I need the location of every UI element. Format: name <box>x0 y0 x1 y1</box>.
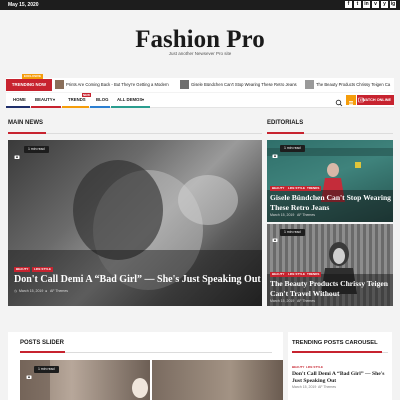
camera-icon <box>272 230 278 248</box>
category-badge[interactable]: LIFE STYLE <box>286 272 308 277</box>
post-date: March 15, 2019 <box>270 299 295 303</box>
nav-home-indicator <box>6 106 30 108</box>
category-link[interactable]: BEAUTY <box>292 365 304 370</box>
nav-beauty-indicator <box>31 106 61 108</box>
ticker-item[interactable]: Prints Are Coming Back - But They're Get… <box>66 80 169 89</box>
search-icon <box>335 99 343 107</box>
ticker-thumb[interactable] <box>305 80 314 89</box>
menu-icon <box>349 101 353 105</box>
current-date: May 15, 2020 <box>8 2 39 8</box>
nav-all-demos-indicator <box>111 106 150 108</box>
heading-accent <box>8 132 46 134</box>
nav-home[interactable]: HOME <box>13 93 26 107</box>
post-date: March 15, 2019 <box>19 289 44 293</box>
category-badge[interactable]: BEAUTY <box>14 267 31 272</box>
menu-button[interactable] <box>346 95 356 105</box>
main-news-title[interactable]: Don't Call Demi A “Bad Girl” — She's Jus… <box>14 274 261 286</box>
nav-beauty[interactable]: BEAUTY <box>35 93 53 107</box>
slider-image[interactable] <box>152 360 283 400</box>
nav-blog-indicator <box>90 106 110 108</box>
post-author[interactable]: AF Themes <box>318 385 336 390</box>
category-link[interactable]: LIFE STYLE <box>306 365 323 370</box>
post-author[interactable]: AF Themes <box>297 213 315 218</box>
category-badge[interactable]: TRENDS <box>305 186 322 191</box>
nav-trends[interactable]: TRENDS <box>68 93 86 107</box>
watch-online-label: WATCH ONLINE <box>362 98 392 102</box>
posts-slider-heading: POSTS SLIDER <box>20 340 65 346</box>
camera-icon <box>26 367 32 385</box>
category-badge[interactable]: LIFE STYLE <box>32 267 54 272</box>
read-time-pill: 1 min read <box>34 366 59 373</box>
trending-post-title[interactable]: Don't Call Demi A “Bad Girl” — She's Jus… <box>292 371 390 385</box>
trending-carousel-heading: TRENDING POSTS CAROUSEL <box>292 340 378 346</box>
category-badge[interactable]: BEAUTY <box>270 272 287 277</box>
post-author[interactable]: AF Themes <box>297 299 315 304</box>
category-badge[interactable]: BEAUTY <box>270 186 287 191</box>
camera-icon <box>14 147 20 159</box>
nav-trends-indicator <box>62 106 89 108</box>
heading-accent <box>20 351 65 353</box>
exclusive-badge: EXCLUSIVE <box>22 74 44 79</box>
linkedin-icon[interactable]: in <box>363 1 370 8</box>
divider <box>8 133 262 134</box>
post-date: March 15, 2019 <box>270 213 295 217</box>
ticker-thumb[interactable] <box>55 80 64 89</box>
heading-accent <box>292 351 382 353</box>
camera-icon <box>272 146 278 164</box>
chevron-down-icon: ▾ <box>142 97 145 102</box>
ticker-item[interactable]: The Beauty Products Chrissy Teigen Ca <box>316 80 394 89</box>
site-tagline: Just another Newsever Pro site <box>168 51 232 56</box>
twitter-icon[interactable]: t <box>354 1 361 8</box>
clock-icon: ◷ <box>14 289 18 293</box>
read-time-pill: 1 min read <box>24 146 49 153</box>
user-icon: ● <box>45 289 48 293</box>
instagram-icon[interactable]: ig <box>390 1 396 8</box>
editorial-title[interactable]: The Beauty Products Chrissy Teigen Can't… <box>270 279 392 298</box>
top-bar: May 15, 2020 <box>0 0 400 10</box>
editorials-heading: EDITORIALS <box>267 120 304 126</box>
youtube-icon[interactable]: y <box>381 1 388 8</box>
facebook-icon[interactable]: f <box>345 1 352 8</box>
search-button[interactable] <box>334 95 344 107</box>
category-badge[interactable]: LIFE STYLE <box>286 186 308 191</box>
post-author[interactable]: AF Themes <box>50 289 68 294</box>
ticker-item[interactable]: Gisele Bündchen Can't Stop Wearing These… <box>191 80 297 89</box>
post-date: March 15, 2019 <box>292 385 317 389</box>
nav-blog[interactable]: BLOG <box>96 93 108 107</box>
trending-label: TRENDING NOW <box>11 82 47 87</box>
editorial-title[interactable]: Gisele Bündchen Can't Stop Wearing These… <box>270 193 392 212</box>
category-badge[interactable]: TRENDS <box>305 272 322 277</box>
ticker-thumb[interactable] <box>180 80 189 89</box>
main-news-heading: MAIN NEWS <box>8 120 43 126</box>
read-time-pill: 1 min read <box>280 229 305 236</box>
heading-accent <box>267 132 304 134</box>
read-time-pill: 1 min read <box>280 145 305 152</box>
vimeo-icon[interactable]: v <box>372 1 379 8</box>
nav-all-demos[interactable]: ALL DEMOS <box>117 93 142 107</box>
chevron-down-icon: ▾ <box>53 97 56 102</box>
